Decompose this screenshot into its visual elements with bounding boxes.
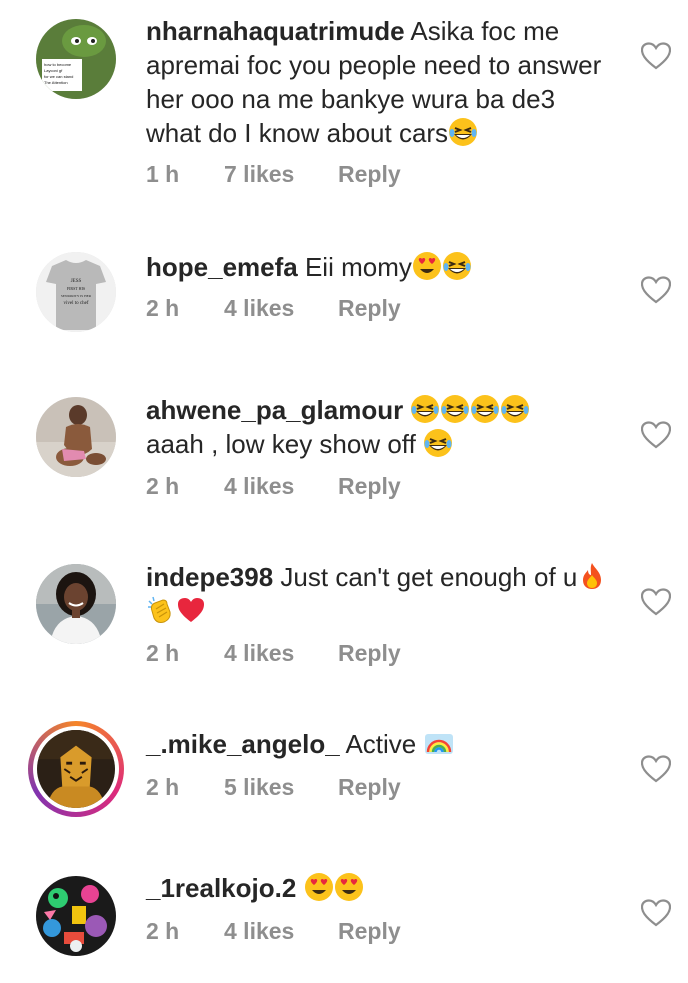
comment-likes[interactable]: 4 likes	[224, 918, 338, 945]
like-heart-icon[interactable]	[641, 42, 671, 70]
like-heart-icon[interactable]	[641, 899, 671, 927]
comment-username[interactable]: nharnahaquatrimude	[146, 16, 405, 46]
reply-button[interactable]: Reply	[338, 774, 401, 801]
avatar-caption-4: The Attention	[44, 80, 68, 85]
avatar-image	[36, 876, 116, 956]
avatar-caption-1: how to become	[44, 62, 72, 67]
reply-button[interactable]: Reply	[338, 640, 401, 667]
like-heart-icon[interactable]	[641, 421, 671, 449]
comment-meta: 2 h 4 likes Reply	[146, 918, 401, 945]
avatar-caption-3: for we can stand	[44, 74, 73, 79]
story-ring-avatar[interactable]	[28, 721, 124, 817]
comment-time: 2 h	[146, 640, 180, 666]
reply-button[interactable]: Reply	[338, 473, 401, 500]
comment-time: 2 h	[146, 918, 180, 944]
comment-time: 1 h	[146, 161, 180, 187]
comment-meta: 2 h 4 likes Reply	[146, 473, 401, 500]
comment-likes[interactable]: 4 likes	[224, 473, 338, 500]
avatar-image: how to become Layconi gf for we can stan…	[36, 19, 116, 99]
avatar-image	[36, 397, 116, 477]
clapping-hands-emoji-icon	[146, 595, 176, 625]
grinning-squint-tears-emoji-icon	[410, 394, 440, 424]
grinning-squint-tears-emoji-icon	[442, 251, 472, 281]
reply-button[interactable]: Reply	[338, 918, 401, 945]
grinning-squint-tears-emoji-icon	[423, 428, 453, 458]
comment-meta: 1 h 7 likes Reply	[146, 161, 401, 188]
heart-eyes-emoji-icon	[334, 872, 364, 902]
comment-body: Just can't get enough of u	[280, 562, 578, 592]
avatar-caption-2: Layconi gf	[44, 68, 63, 73]
avatar[interactable]	[36, 876, 116, 956]
heart-eyes-emoji-icon	[304, 872, 334, 902]
shirt-print-3: SENIORITY IS HER	[61, 294, 92, 298]
comment-body: Active	[345, 729, 417, 759]
avatar[interactable]	[36, 397, 116, 477]
comment-time: 2 h	[146, 473, 180, 499]
heart-eyes-emoji-icon	[412, 251, 442, 281]
shirt-print-4: vivel to chef	[64, 301, 89, 306]
story-ring-gap	[33, 726, 119, 812]
grinning-squint-tears-emoji-icon	[500, 394, 530, 424]
comment-meta: 2 h 4 likes Reply	[146, 640, 401, 667]
reply-button[interactable]: Reply	[338, 295, 401, 322]
avatar[interactable]: how to become Layconi gf for we can stan…	[36, 19, 116, 99]
avatar-image	[36, 564, 116, 644]
avatar[interactable]: JESS FIRST HIS SENIORITY IS HER vivel to…	[36, 252, 116, 332]
comment-username[interactable]: _.mike_angelo_	[146, 729, 340, 759]
comment-text: hope_emefa Eii momy	[146, 250, 616, 284]
rainbow-emoji-icon	[424, 728, 454, 758]
comment-text: _.mike_angelo_ Active	[146, 727, 616, 761]
red-heart-emoji-icon	[176, 595, 206, 625]
grinning-squint-tears-emoji-icon	[470, 394, 500, 424]
fire-emoji-icon	[577, 561, 607, 591]
comment-text: _1realkojo.2	[146, 871, 616, 905]
comment-meta: 2 h 4 likes Reply	[146, 295, 401, 322]
comment-likes[interactable]: 4 likes	[224, 295, 338, 322]
comment-body: Eii momy	[304, 252, 412, 282]
comment-likes[interactable]: 4 likes	[224, 640, 338, 667]
comment-text: indepe398 Just can't get enough of u	[146, 560, 616, 628]
avatar[interactable]	[36, 564, 116, 644]
comment-username[interactable]: hope_emefa	[146, 252, 298, 282]
comment-username[interactable]: ahwene_pa_glamour	[146, 395, 403, 425]
comment-text: ahwene_pa_glamour aaah , low key show of…	[146, 393, 616, 461]
comment-likes[interactable]: 7 likes	[224, 161, 338, 188]
like-heart-icon[interactable]	[641, 588, 671, 616]
comment-body: aaah , low key show off	[146, 429, 416, 459]
grinning-squint-tears-emoji-icon	[440, 394, 470, 424]
shirt-print-2: FIRST HIS	[67, 286, 85, 291]
comment-likes[interactable]: 5 likes	[224, 774, 338, 801]
like-heart-icon[interactable]	[641, 276, 671, 304]
comment-meta: 2 h 5 likes Reply	[146, 774, 401, 801]
avatar-image: JESS FIRST HIS SENIORITY IS HER vivel to…	[36, 252, 116, 332]
grinning-squint-tears-emoji-icon	[448, 117, 478, 147]
like-heart-icon[interactable]	[641, 755, 671, 783]
comment-time: 2 h	[146, 295, 180, 321]
comment-time: 2 h	[146, 774, 180, 800]
avatar-image	[37, 730, 115, 808]
comment-username[interactable]: _1realkojo.2	[146, 873, 296, 903]
shirt-print-1: JESS	[71, 279, 82, 284]
comment-username[interactable]: indepe398	[146, 562, 273, 592]
comment-text: nharnahaquatrimude Asika foc me apremai …	[146, 14, 616, 150]
reply-button[interactable]: Reply	[338, 161, 401, 188]
